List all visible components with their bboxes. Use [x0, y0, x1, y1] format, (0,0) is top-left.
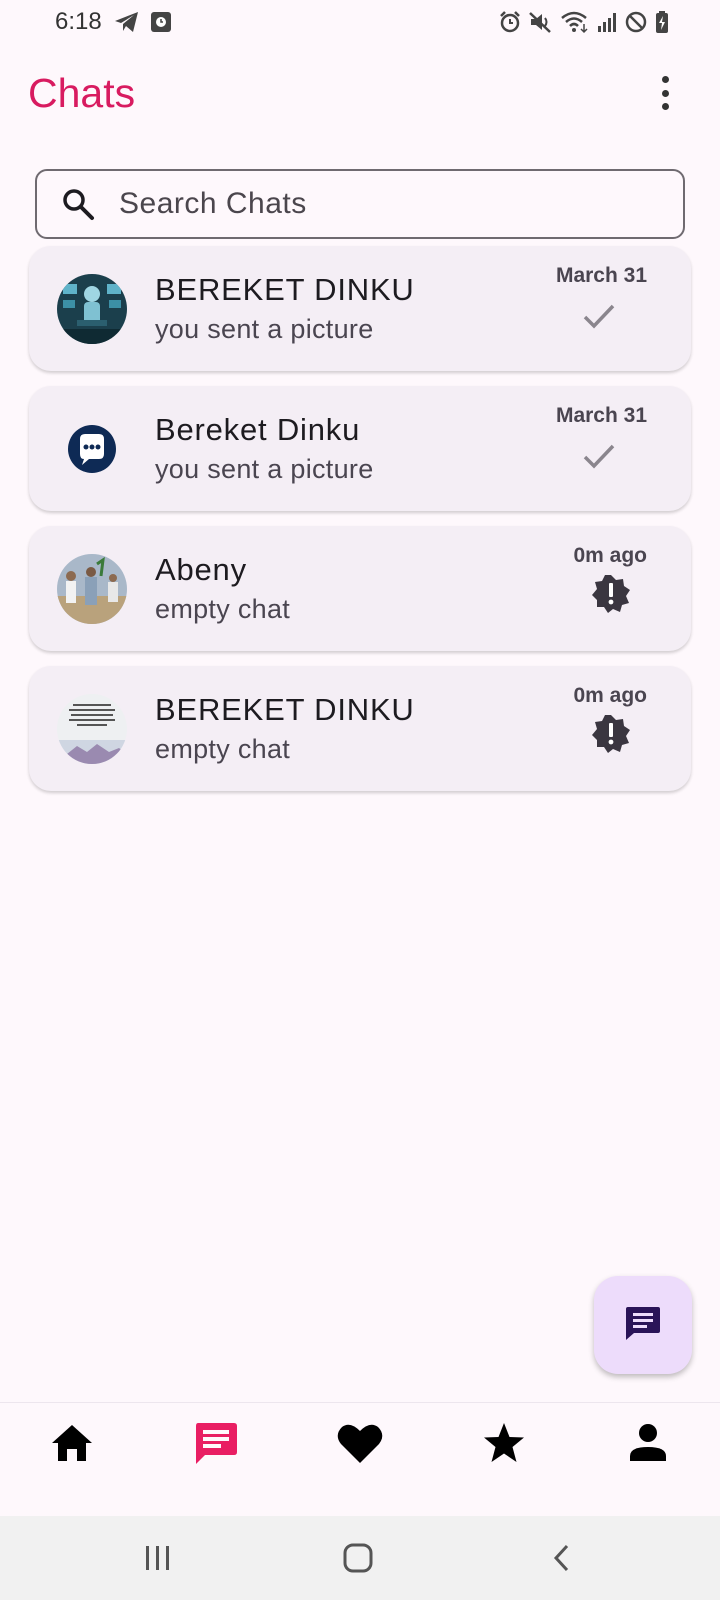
avatar	[57, 694, 127, 764]
mute-icon	[528, 10, 554, 34]
app-bar: Chats	[0, 60, 720, 124]
search-placeholder: Search Chats	[119, 187, 307, 220]
avatar	[57, 554, 127, 624]
check-icon	[579, 436, 619, 476]
chat-list-item[interactable]: BEREKET DINKU empty chat 0m ago	[29, 666, 691, 791]
home-button[interactable]	[334, 1536, 382, 1580]
search-input[interactable]: Search Chats	[35, 169, 685, 239]
new-message-button[interactable]	[594, 1276, 692, 1374]
chat-name: Bereket Dinku	[155, 412, 361, 447]
chat-icon	[193, 1420, 239, 1471]
chat-list-item[interactable]: Bereket Dinku you sent a picture March 3…	[29, 386, 691, 511]
home-icon	[50, 1423, 94, 1468]
alarm-icon	[498, 10, 522, 34]
avatar	[57, 414, 127, 484]
chat-preview: you sent a picture	[155, 314, 374, 344]
chat-preview: empty chat	[155, 734, 291, 764]
page-title: Chats	[28, 70, 136, 116]
telegram-icon	[114, 10, 140, 34]
check-icon	[579, 296, 619, 336]
nav-starred[interactable]	[474, 1415, 534, 1475]
back-button[interactable]	[538, 1536, 586, 1580]
bottom-navigation	[0, 1402, 720, 1516]
recents-button[interactable]	[134, 1536, 182, 1580]
chat-name: BEREKET DINKU	[155, 272, 415, 307]
nav-chats[interactable]	[186, 1415, 246, 1475]
nav-favorites[interactable]	[330, 1415, 390, 1475]
system-navigation-bar	[0, 1516, 720, 1600]
signal-icon	[596, 10, 618, 34]
search-icon	[61, 187, 95, 221]
chat-list-item[interactable]: Abeny empty chat 0m ago	[29, 526, 691, 651]
avatar	[57, 274, 127, 344]
chat-list: BEREKET DINKU you sent a picture March 3…	[29, 246, 691, 806]
chat-preview: empty chat	[155, 594, 291, 624]
chat-time: 0m ago	[573, 684, 647, 707]
more-vert-icon[interactable]	[650, 76, 680, 110]
status-bar: 6:18	[0, 0, 720, 46]
dnd-icon	[624, 10, 648, 34]
new-badge-icon	[591, 574, 631, 614]
star-icon	[482, 1422, 526, 1469]
status-time: 6:18	[55, 8, 102, 35]
chat-time: March 31	[555, 404, 647, 427]
new-badge-icon	[591, 714, 631, 754]
chat-time: 0m ago	[573, 544, 647, 567]
battery-charging-icon	[654, 10, 670, 34]
chats-screen: 6:18 Chats Search Chats BEREKET DINKU yo…	[0, 0, 720, 1600]
nav-home[interactable]	[42, 1415, 102, 1475]
nav-profile[interactable]	[618, 1415, 678, 1475]
wifi-icon	[560, 10, 590, 34]
clock-app-icon	[150, 10, 172, 34]
chat-time: March 31	[555, 264, 647, 287]
chat-list-item[interactable]: BEREKET DINKU you sent a picture March 3…	[29, 246, 691, 371]
chat-name: Abeny	[155, 552, 247, 587]
chat-name: BEREKET DINKU	[155, 692, 415, 727]
person-icon	[628, 1423, 668, 1468]
heart-icon	[337, 1422, 383, 1469]
chat-preview: you sent a picture	[155, 454, 374, 484]
message-icon	[624, 1304, 662, 1347]
